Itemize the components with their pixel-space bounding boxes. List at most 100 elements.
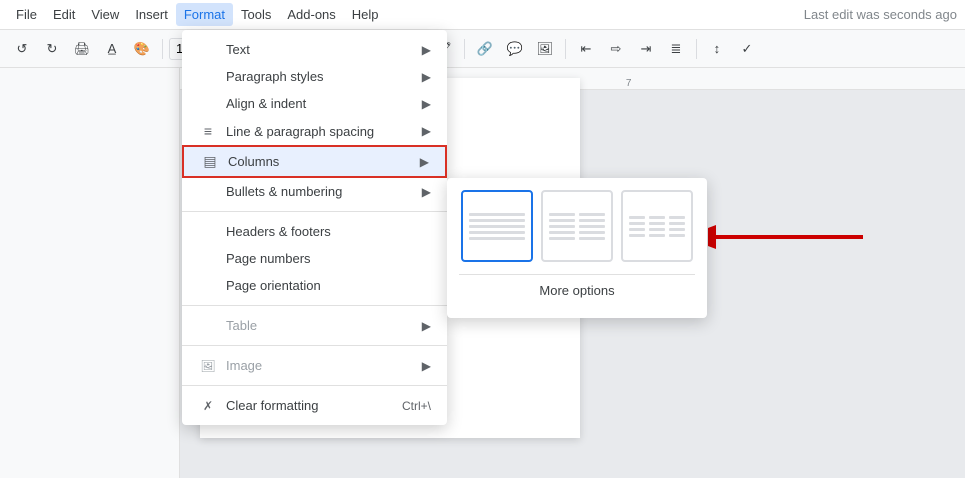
image-menu-icon: 🖼	[198, 359, 218, 373]
col-line	[469, 237, 525, 240]
print-button[interactable]: 🖨	[68, 35, 96, 63]
menu-item-columns[interactable]: ▤ Columns ▶	[182, 145, 447, 178]
menu-item-page-numbers[interactable]: Page numbers	[182, 245, 447, 272]
menu-item-headers-footers[interactable]: Headers & footers	[182, 218, 447, 245]
sidebar	[0, 68, 180, 478]
link-button[interactable]: 🔗	[471, 35, 499, 63]
format-menu: Text ▶ Paragraph styles ▶ Align & indent…	[182, 30, 447, 425]
three-column-option[interactable]	[621, 190, 693, 262]
bullets-arrow: ▶	[422, 185, 431, 199]
menu-divider-2	[182, 305, 447, 306]
paragraph-styles-arrow: ▶	[422, 70, 431, 84]
align-center-button[interactable]: ⇨	[602, 35, 630, 63]
line-spacing-icon: ≡	[198, 123, 218, 139]
paragraph-styles-label: Paragraph styles	[226, 69, 422, 84]
menu-item-table[interactable]: Table ▶	[182, 312, 447, 339]
menu-item-line-spacing[interactable]: ≡ Line & paragraph spacing ▶	[182, 117, 447, 145]
menu-item-paragraph-styles[interactable]: Paragraph styles ▶	[182, 63, 447, 90]
redo-button[interactable]: ↻	[38, 35, 66, 63]
col-line	[469, 231, 525, 234]
col-line-group-3b	[649, 207, 665, 245]
table-label: Table	[226, 318, 422, 333]
align-left-button[interactable]: ⇤	[572, 35, 600, 63]
text-arrow: ▶	[422, 43, 431, 57]
menu-item-image[interactable]: 🖼 Image ▶	[182, 352, 447, 379]
toolbar-sep-6	[696, 39, 697, 59]
align-justify-button[interactable]: ≣	[662, 35, 690, 63]
col-line	[629, 216, 645, 219]
col-line	[629, 222, 645, 225]
menu-item-align-indent[interactable]: Align & indent ▶	[182, 90, 447, 117]
spellcheck-button[interactable]: A̲	[98, 35, 126, 63]
paint-format-button[interactable]: 🎨	[128, 35, 156, 63]
undo-button[interactable]: ↺	[8, 35, 36, 63]
two-column-option[interactable]	[541, 190, 613, 262]
two-column-visual	[543, 201, 611, 251]
columns-label: Columns	[228, 154, 420, 169]
menu-item-clear-formatting[interactable]: ✗ Clear formatting Ctrl+\	[182, 392, 447, 419]
col-line	[649, 222, 665, 225]
col-line	[579, 231, 605, 234]
col-line	[669, 216, 685, 219]
col-line-group-2b	[579, 207, 605, 245]
toolbar-sep-5	[565, 39, 566, 59]
columns-arrow: ▶	[420, 155, 429, 169]
toolbar-sep-4	[464, 39, 465, 59]
columns-submenu: More options	[447, 178, 707, 318]
column-options-group	[459, 190, 695, 262]
comment-button[interactable]: 💬	[501, 35, 529, 63]
col-line-group-3a	[629, 207, 645, 245]
align-right-button[interactable]: ⇥	[632, 35, 660, 63]
col-line	[579, 219, 605, 222]
col-line	[469, 219, 525, 222]
col-line	[579, 213, 605, 216]
col-line	[549, 231, 575, 234]
menu-item-text[interactable]: Text ▶	[182, 36, 447, 63]
col-line	[469, 225, 525, 228]
menu-item-page-orientation[interactable]: Page orientation	[182, 272, 447, 299]
col-line	[629, 234, 645, 237]
menu-format[interactable]: Format	[176, 3, 233, 26]
col-line	[629, 228, 645, 231]
align-indent-arrow: ▶	[422, 97, 431, 111]
col-line	[549, 213, 575, 216]
menu-insert[interactable]: Insert	[127, 3, 176, 26]
image-label: Image	[226, 358, 422, 373]
image-button[interactable]: 🖼	[531, 35, 559, 63]
table-arrow: ▶	[422, 319, 431, 333]
clear-formatting-icon: ✗	[198, 399, 218, 413]
checklist-button[interactable]: ✓	[733, 35, 761, 63]
menu-help[interactable]: Help	[344, 3, 387, 26]
more-options-button[interactable]: More options	[459, 274, 695, 306]
menu-divider-1	[182, 211, 447, 212]
menu-view[interactable]: View	[83, 3, 127, 26]
col-line	[579, 225, 605, 228]
menu-edit[interactable]: Edit	[45, 3, 83, 26]
menu-tools[interactable]: Tools	[233, 3, 279, 26]
col-line	[669, 222, 685, 225]
line-spacing-button[interactable]: ↕	[703, 35, 731, 63]
text-label: Text	[226, 42, 422, 57]
col-line	[549, 219, 575, 222]
menu-bar: File Edit View Insert Format Tools Add-o…	[0, 0, 965, 30]
one-column-option[interactable]	[461, 190, 533, 262]
image-arrow: ▶	[422, 359, 431, 373]
line-spacing-label: Line & paragraph spacing	[226, 124, 422, 139]
menu-item-bullets[interactable]: Bullets & numbering ▶	[182, 178, 447, 205]
align-indent-label: Align & indent	[226, 96, 422, 111]
toolbar: ↺ ↻ 🖨 A̲ 🎨 100% ▾ 11 + B I U A 🖊 🔗 💬 🖼 ⇤…	[0, 30, 965, 68]
menu-addons[interactable]: Add-ons	[279, 3, 343, 26]
col-line	[669, 234, 685, 237]
col-line-group-2a	[549, 207, 575, 245]
menu-file[interactable]: File	[8, 3, 45, 26]
last-edit-text: Last edit was seconds ago	[804, 7, 957, 22]
columns-icon: ▤	[200, 153, 220, 170]
col-line	[649, 228, 665, 231]
line-spacing-arrow: ▶	[422, 124, 431, 138]
col-line	[649, 216, 665, 219]
one-column-visual	[463, 201, 531, 251]
col-line-group-1	[469, 207, 525, 245]
col-line	[649, 234, 665, 237]
menu-divider-3	[182, 345, 447, 346]
clear-formatting-label: Clear formatting	[226, 398, 402, 413]
